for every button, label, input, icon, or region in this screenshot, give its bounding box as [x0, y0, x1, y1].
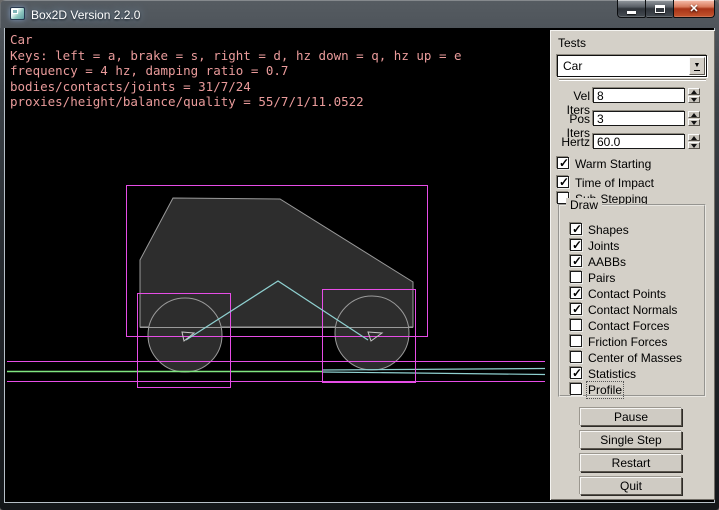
close-icon: ✕ [689, 1, 698, 17]
shapes-checkbox[interactable] [570, 223, 582, 235]
window-controls: ✕ [617, 0, 715, 18]
pos-iters-down-button[interactable] [688, 119, 700, 126]
client-area: Car Keys: left = a, brake = s, right = d… [5, 28, 714, 502]
joints-label: Joints [588, 239, 619, 253]
profile-checkbox[interactable] [570, 383, 582, 395]
statistics-label: Statistics [588, 367, 636, 381]
pos-iters-row: Pos Iters [550, 111, 715, 127]
pos-iters-input[interactable] [593, 111, 685, 126]
tests-label: Tests [558, 36, 586, 50]
window-title: Box2D Version 2.2.0 [31, 8, 140, 22]
hertz-row: Hertz [550, 134, 715, 150]
stat-line-proxies: proxies/height/balance/quality = 55/7/1/… [10, 94, 364, 109]
shapes-label: Shapes [588, 223, 629, 237]
rear-wheel [148, 298, 222, 372]
hertz-label: Hertz [550, 135, 590, 149]
front-wheel [335, 296, 409, 370]
warm-starting-checkbox[interactable] [557, 157, 569, 169]
statistics-checkbox[interactable] [570, 367, 582, 379]
contact-points-label: Contact Points [588, 287, 666, 301]
hertz-down-button[interactable] [688, 142, 700, 149]
pos-iters-spinner [688, 111, 700, 126]
app-window: Box2D Version 2.2.0 ✕ [0, 0, 719, 510]
single-step-button[interactable]: Single Step [580, 431, 682, 449]
center-of-masses-checkbox[interactable] [570, 351, 582, 363]
quit-button[interactable]: Quit [580, 477, 682, 495]
pairs-label: Pairs [588, 271, 615, 285]
vel-iters-row: Vel Iters [550, 88, 715, 104]
draw-group: Draw Shapes Joints AABBs Pairs [558, 204, 706, 397]
vel-iters-down-button[interactable] [688, 96, 700, 103]
stat-line-keys: Keys: left = a, brake = s, right = d, hz… [10, 48, 462, 63]
hertz-up-button[interactable] [688, 134, 700, 141]
warm-starting-label: Warm Starting [575, 157, 651, 171]
contact-normals-checkbox[interactable] [570, 303, 582, 315]
joints-checkbox[interactable] [570, 239, 582, 251]
pos-iters-up-button[interactable] [688, 111, 700, 118]
tests-dropdown[interactable]: Car ▼ [557, 55, 707, 77]
time-of-impact-label: Time of Impact [575, 176, 654, 190]
profile-label: Profile [588, 383, 622, 397]
app-icon [10, 7, 25, 20]
contact-forces-checkbox[interactable] [570, 319, 582, 331]
title-bar[interactable]: Box2D Version 2.2.0 ✕ [0, 0, 719, 28]
chevron-down-icon: ▼ [694, 62, 701, 71]
hertz-input[interactable] [593, 134, 685, 149]
stat-line-bodies: bodies/contacts/joints = 31/7/24 [10, 79, 251, 94]
pairs-checkbox[interactable] [570, 271, 582, 283]
contact-forces-label: Contact Forces [588, 319, 669, 333]
contact-points-checkbox[interactable] [570, 287, 582, 299]
center-of-masses-label: Center of Masses [588, 351, 682, 365]
draw-group-title: Draw [566, 198, 602, 212]
simulation-canvas[interactable]: Car Keys: left = a, brake = s, right = d… [5, 28, 545, 502]
close-button[interactable]: ✕ [673, 0, 715, 18]
maximize-button[interactable] [646, 0, 673, 18]
aabbs-checkbox[interactable] [570, 255, 582, 267]
pause-button[interactable]: Pause [580, 408, 682, 426]
vel-iters-input[interactable] [593, 88, 685, 103]
stat-line-title: Car [10, 32, 33, 47]
maximize-icon [655, 5, 665, 13]
restart-button[interactable]: Restart [580, 454, 682, 472]
minimize-button[interactable] [617, 0, 646, 18]
contact-normals-label: Contact Normals [588, 303, 677, 317]
time-of-impact-checkbox[interactable] [557, 176, 569, 188]
aabbs-label: AABBs [588, 255, 626, 269]
statistics-text: Car Keys: left = a, brake = s, right = d… [10, 32, 462, 110]
stat-line-frequency: frequency = 4 hz, damping ratio = 0.7 [10, 63, 288, 78]
frame-edge-bottom [4, 502, 715, 503]
friction-forces-label: Friction Forces [588, 335, 667, 349]
vel-iters-up-button[interactable] [688, 88, 700, 95]
minimize-icon [627, 11, 636, 14]
tests-dropdown-button[interactable]: ▼ [689, 57, 705, 75]
friction-forces-checkbox[interactable] [570, 335, 582, 347]
tests-dropdown-value: Car [563, 59, 582, 73]
vel-iters-spinner [688, 88, 700, 103]
separator [559, 79, 706, 81]
bridge-joint-line-lower [322, 372, 545, 375]
control-panel: Tests Car ▼ Vel Iters Pos Iters [550, 30, 715, 500]
bridge-joint-line-upper [322, 369, 545, 371]
hertz-spinner [688, 134, 700, 149]
